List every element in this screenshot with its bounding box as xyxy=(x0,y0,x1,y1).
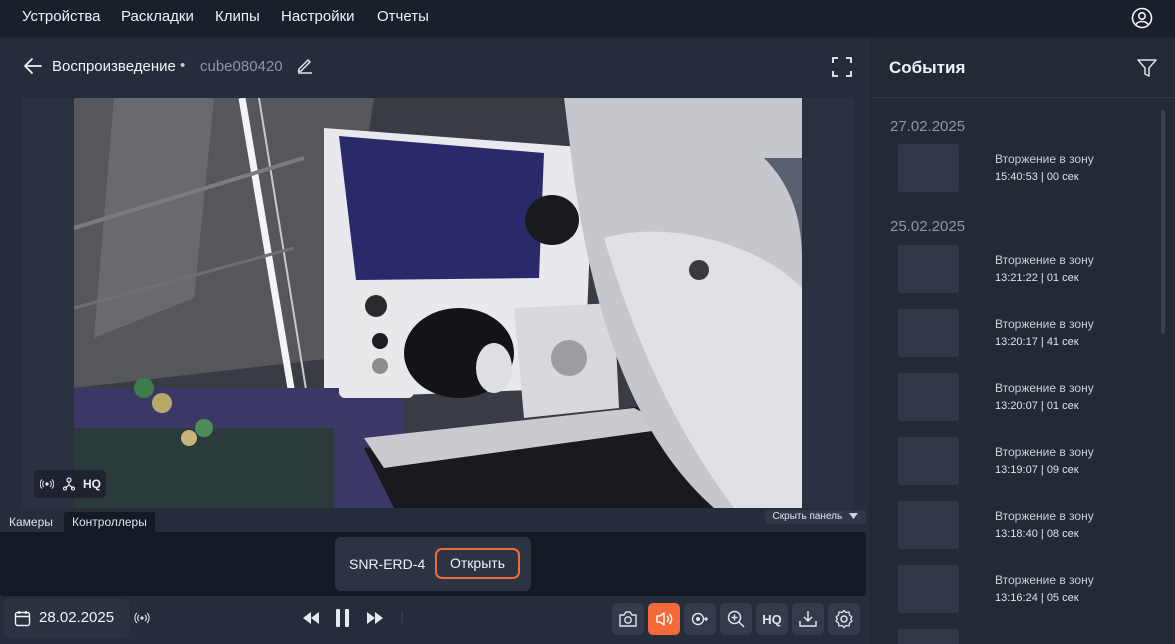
event-thumbnail xyxy=(898,629,959,644)
sound-button[interactable] xyxy=(648,603,680,635)
hq-button[interactable]: HQ xyxy=(756,603,788,635)
hide-panel-label: Скрыть панель xyxy=(772,511,843,522)
edit-pencil-icon[interactable] xyxy=(296,56,314,74)
event-time: 13:20:07 | 01 сек xyxy=(995,400,1079,412)
nav-item-reports[interactable]: Отчеты xyxy=(377,8,429,25)
calendar-icon xyxy=(14,611,31,627)
event-item[interactable]: Вторжение в зону 13:21:22 | 01 сек xyxy=(898,245,1153,293)
event-time: 13:19:07 | 09 сек xyxy=(995,464,1079,476)
event-thumbnail xyxy=(898,144,959,192)
event-time: 13:20:17 | 41 сек xyxy=(995,336,1079,348)
event-thumbnail xyxy=(898,245,959,293)
events-title: События xyxy=(889,58,966,77)
settings-icon xyxy=(835,609,853,629)
download-icon xyxy=(799,611,817,627)
event-title: Вторжение в зону xyxy=(995,253,1094,267)
event-item[interactable]: Вторжение в зону 13:16:24 | 05 сек xyxy=(898,565,1153,613)
camera-snapshot-icon xyxy=(619,611,637,627)
event-title: Вторжение в зону xyxy=(995,317,1094,331)
nav-item-clips[interactable]: Клипы xyxy=(215,8,260,25)
video-feed[interactable] xyxy=(74,98,802,508)
top-nav: Устройства Раскладки Клипы Настройки Отч… xyxy=(0,0,1175,36)
event-thumbnail xyxy=(898,437,959,485)
network-icon xyxy=(62,477,76,491)
playback-area: Воспроизведение • cube080420 HQ Камеры К… xyxy=(0,38,870,644)
event-item[interactable]: Вторжение в зону 13:18:40 | 08 сек xyxy=(898,501,1153,549)
user-circle-icon[interactable] xyxy=(1131,7,1153,29)
event-time: 13:18:40 | 08 сек xyxy=(995,528,1079,540)
event-item[interactable]: Вторжение в зону 13:19:07 | 09 сек xyxy=(898,437,1153,485)
hq-badge: HQ xyxy=(83,477,101,491)
camera-image xyxy=(74,98,802,508)
event-item[interactable]: Вторжение в зону 13:20:07 | 01 сек xyxy=(898,373,1153,421)
snapshot-button[interactable] xyxy=(612,603,644,635)
events-header: События xyxy=(871,38,1175,98)
events-scrollbar[interactable] xyxy=(1161,110,1165,334)
event-title: Вторжение в зону xyxy=(995,445,1094,459)
settings-button[interactable] xyxy=(828,603,860,635)
camera-name: cube080420 xyxy=(200,58,283,75)
video-record-icon xyxy=(691,612,708,626)
event-time: 15:40:53 | 00 сек xyxy=(995,171,1079,183)
event-thumbnail xyxy=(898,309,959,357)
open-button[interactable]: Открыть xyxy=(435,548,520,579)
rewind-icon[interactable] xyxy=(302,608,320,628)
pause-icon[interactable] xyxy=(334,608,352,628)
event-item[interactable]: Вторжение в зону 13:20:17 | 41 сек xyxy=(898,309,1153,357)
zoom-in-icon xyxy=(727,610,745,628)
live-signal-icon[interactable] xyxy=(134,612,150,624)
event-thumbnail xyxy=(898,373,959,421)
event-title: Вторжение в зону xyxy=(995,509,1094,523)
chevron-down-icon xyxy=(849,513,858,520)
events-sidebar: События 27.02.2025 Вторжение в зону 15:4… xyxy=(871,38,1175,644)
filter-icon[interactable] xyxy=(1136,57,1158,79)
live-signal-icon xyxy=(40,479,54,489)
nav-item-devices[interactable]: Устройства xyxy=(22,8,100,25)
event-title: Вторжение в зону xyxy=(995,152,1094,166)
tab-cameras[interactable]: Камеры xyxy=(1,512,61,532)
fast-forward-icon[interactable] xyxy=(366,608,384,628)
page-title: Воспроизведение xyxy=(52,58,176,75)
hide-panel-button[interactable]: Скрыть панель xyxy=(764,510,866,524)
video-overlay-badges: HQ xyxy=(34,470,106,498)
date-picker[interactable]: 28.02.2025 xyxy=(4,599,129,638)
record-button[interactable] xyxy=(684,603,716,635)
event-time: 13:21:22 | 01 сек xyxy=(995,272,1079,284)
panel-tabs: Камеры Контроллеры xyxy=(0,512,870,532)
event-title: Вторжение в зону xyxy=(995,381,1094,395)
divider xyxy=(401,612,403,623)
event-title: Вторжение в зону xyxy=(995,573,1094,587)
download-button[interactable] xyxy=(792,603,824,635)
event-thumbnail xyxy=(898,501,959,549)
event-date-group: 27.02.2025 xyxy=(890,118,966,135)
breadcrumb: Воспроизведение • cube080420 xyxy=(0,38,870,96)
event-item[interactable]: Вторжение в зону 15:40:53 | 00 сек xyxy=(898,144,1153,192)
date-value: 28.02.2025 xyxy=(39,609,115,626)
tab-controllers[interactable]: Контроллеры xyxy=(64,512,155,532)
sound-icon xyxy=(656,612,673,626)
controller-card: SNR-ERD-4 Открыть xyxy=(335,537,531,591)
zoom-button[interactable] xyxy=(720,603,752,635)
video-frame xyxy=(22,98,854,508)
event-time: 13:16:24 | 05 сек xyxy=(995,592,1079,604)
event-date-group: 25.02.2025 xyxy=(890,218,966,235)
controller-name: SNR-ERD-4 xyxy=(349,556,426,572)
nav-item-settings[interactable]: Настройки xyxy=(281,8,355,25)
event-thumbnail xyxy=(898,565,959,613)
controllers-panel: SNR-ERD-4 Открыть xyxy=(0,532,866,596)
fullscreen-icon[interactable] xyxy=(832,57,852,77)
hq-label: HQ xyxy=(762,611,782,627)
nav-item-layouts[interactable]: Раскладки xyxy=(121,8,194,25)
breadcrumb-separator: • xyxy=(180,57,186,74)
back-arrow-icon[interactable] xyxy=(22,55,44,77)
